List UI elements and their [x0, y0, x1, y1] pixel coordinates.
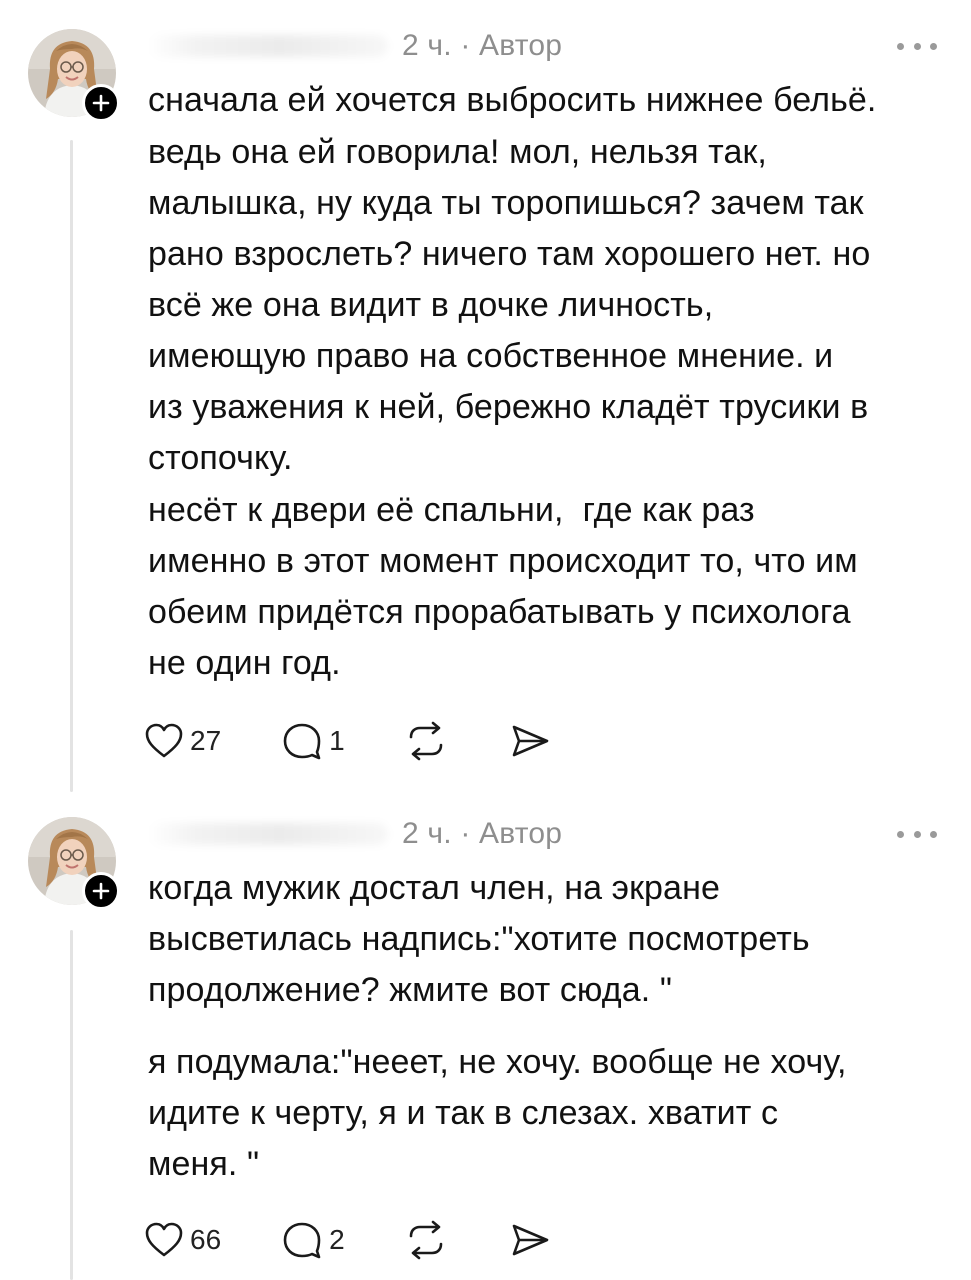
reply-button[interactable]: 2: [281, 1220, 345, 1260]
post-time-author: 2 ч. · Автор: [402, 29, 563, 62]
post-body: сначала ей хочется выбросить нижнее бель…: [148, 75, 948, 689]
reply-button[interactable]: 1: [281, 721, 345, 761]
send-icon: [512, 725, 549, 757]
send-icon: [512, 1224, 549, 1256]
post-paragraph: я подумала:"нееет, не хочу. вообще не хо…: [148, 1043, 847, 1183]
post-paragraph: ведь она ей говорила! мол, нельзя так, м…: [148, 133, 871, 477]
post-body: когда мужик достал член, на экране высве…: [148, 863, 948, 1190]
thread-line: [70, 930, 73, 1280]
heart-icon: [145, 1222, 183, 1257]
like-button[interactable]: 66: [144, 1221, 221, 1259]
like-count: 66: [190, 1224, 222, 1255]
follow-button[interactable]: [82, 872, 120, 910]
plus-icon: [92, 882, 110, 900]
post-2: 2 ч. · Автор когда мужик достал член, на…: [0, 790, 971, 1280]
post-paragraph: когда мужик достал член, на экране высве…: [148, 869, 810, 1009]
post-1: 2 ч. · Автор сначала ей хочется выбросит…: [0, 0, 971, 792]
reply-count: 1: [329, 725, 345, 756]
plus-icon: [92, 94, 110, 112]
repost-icon: [409, 1220, 443, 1260]
comment-icon: [283, 1222, 321, 1259]
post-actions: 66 2: [144, 1215, 579, 1265]
follow-button[interactable]: [82, 84, 120, 122]
heart-icon: [145, 723, 183, 758]
reply-count: 2: [329, 1224, 345, 1255]
thread-line: [70, 140, 73, 792]
post-time-author: 2 ч. · Автор: [402, 817, 563, 850]
post-paragraph: несёт к двери её спальни, где как раз им…: [148, 491, 858, 682]
username-blurred: [148, 823, 388, 845]
share-button[interactable]: [509, 1220, 551, 1260]
like-count: 27: [190, 725, 222, 756]
repost-button[interactable]: [405, 721, 447, 761]
share-button[interactable]: [509, 721, 551, 761]
post-paragraph: сначала ей хочется выбросить нижнее бель…: [148, 81, 877, 119]
more-dots-icon[interactable]: [897, 31, 937, 61]
comment-icon: [283, 723, 321, 760]
username-blurred: [148, 35, 388, 57]
like-button[interactable]: 27: [144, 722, 221, 760]
repost-button[interactable]: [405, 1220, 447, 1260]
more-dots-icon[interactable]: [897, 819, 937, 849]
repost-icon: [409, 721, 443, 761]
post-meta: 2 ч. · Автор: [148, 26, 562, 66]
post-meta: 2 ч. · Автор: [148, 814, 562, 854]
post-actions: 27 1: [144, 716, 579, 766]
